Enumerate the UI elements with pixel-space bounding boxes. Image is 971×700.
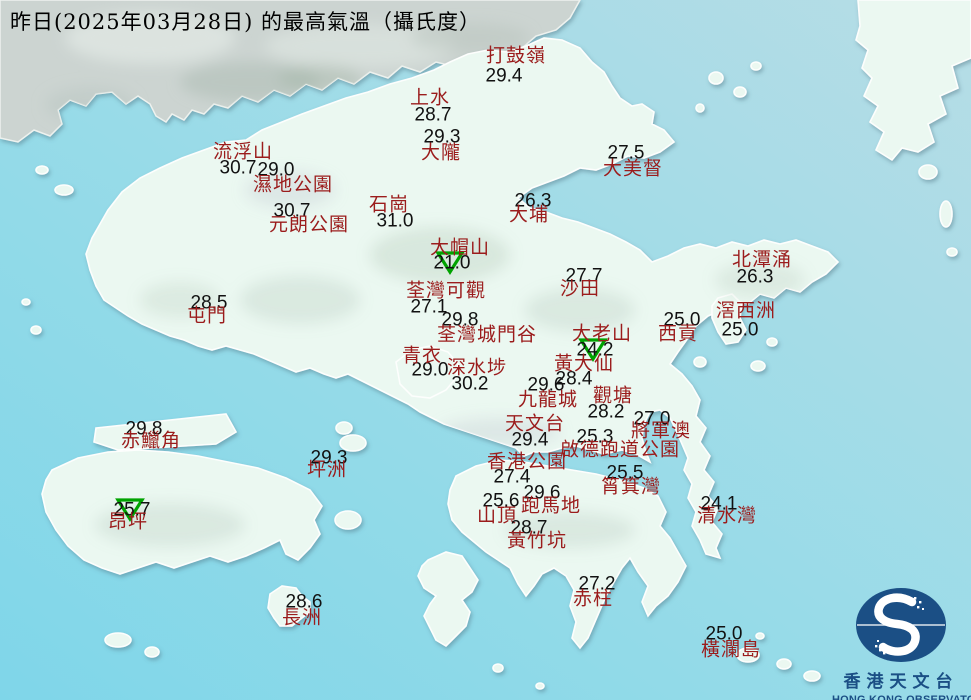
- station-name: 大埔: [508, 203, 550, 226]
- station-name: 觀塘: [592, 384, 634, 407]
- station-name: 跑馬地: [520, 494, 582, 517]
- station-name: 深水埗: [446, 356, 508, 379]
- station-name: 西貢: [657, 322, 699, 345]
- station-name: 濕地公園: [252, 173, 334, 196]
- station-name: 清水灣: [696, 504, 758, 527]
- station-name: 大老山: [571, 322, 633, 345]
- station-name: 坪洲: [306, 458, 348, 481]
- station-name: 九龍城: [517, 388, 579, 411]
- station-name: 屯門: [186, 304, 228, 327]
- station-value: 29.4: [485, 65, 523, 87]
- map-title: 昨日(2025年03月28日) 的最高氣溫（攝氏度）: [10, 10, 481, 34]
- station-name: 荃灣城門谷: [436, 323, 538, 346]
- station-name: 黃竹坑: [506, 529, 568, 552]
- station-name: 青衣: [401, 344, 443, 367]
- station-name: 北潭涌: [731, 248, 793, 271]
- station-name: 橫瀾島: [700, 638, 762, 661]
- station-name: 荃灣可觀: [405, 279, 487, 302]
- hko-logo: 香港天文台 HONG KONG OBSERVATORY: [832, 586, 971, 700]
- station-name: 赤鱲角: [120, 429, 182, 452]
- station-labels-layer: 29.4 打鼓嶺 28.7 上水 29.3 大隴 30.7 流浮山 29.0 濕地公園 30.7 元朗…: [0, 0, 971, 700]
- station-name: 天文台: [504, 412, 566, 435]
- station-name: 筲箕灣: [600, 475, 662, 498]
- hko-logo-name-zh: 香港天文台: [843, 672, 959, 692]
- station-name: 打鼓嶺: [485, 44, 547, 67]
- station-name: 赤柱: [572, 587, 614, 610]
- station-name: 啟德跑道公園: [559, 438, 681, 461]
- station-name: 昂坪: [107, 510, 149, 533]
- station-name: 滘西洲: [715, 299, 777, 322]
- hko-logo-name-en: HONG KONG OBSERVATORY: [832, 694, 971, 700]
- station-name: 上水: [409, 86, 451, 109]
- station-name: 大隴: [420, 141, 462, 164]
- weather-map: 昨日(2025年03月28日) 的最高氣溫（攝氏度） 29.4 打鼓嶺 28.7 上水…: [0, 0, 971, 700]
- station-name: 香港公園: [486, 450, 568, 473]
- station-name: 黃大仙: [553, 352, 615, 375]
- station-name: 元朗公園: [268, 213, 350, 236]
- hko-logo-emblem: [856, 588, 946, 662]
- station-name: 石崗: [368, 193, 410, 216]
- station-name: 沙田: [559, 277, 601, 300]
- station-name: 長洲: [281, 606, 323, 629]
- station-value: 25.0: [721, 319, 759, 341]
- station-name: 大美督: [602, 157, 664, 180]
- station-name: 大帽山: [429, 236, 491, 259]
